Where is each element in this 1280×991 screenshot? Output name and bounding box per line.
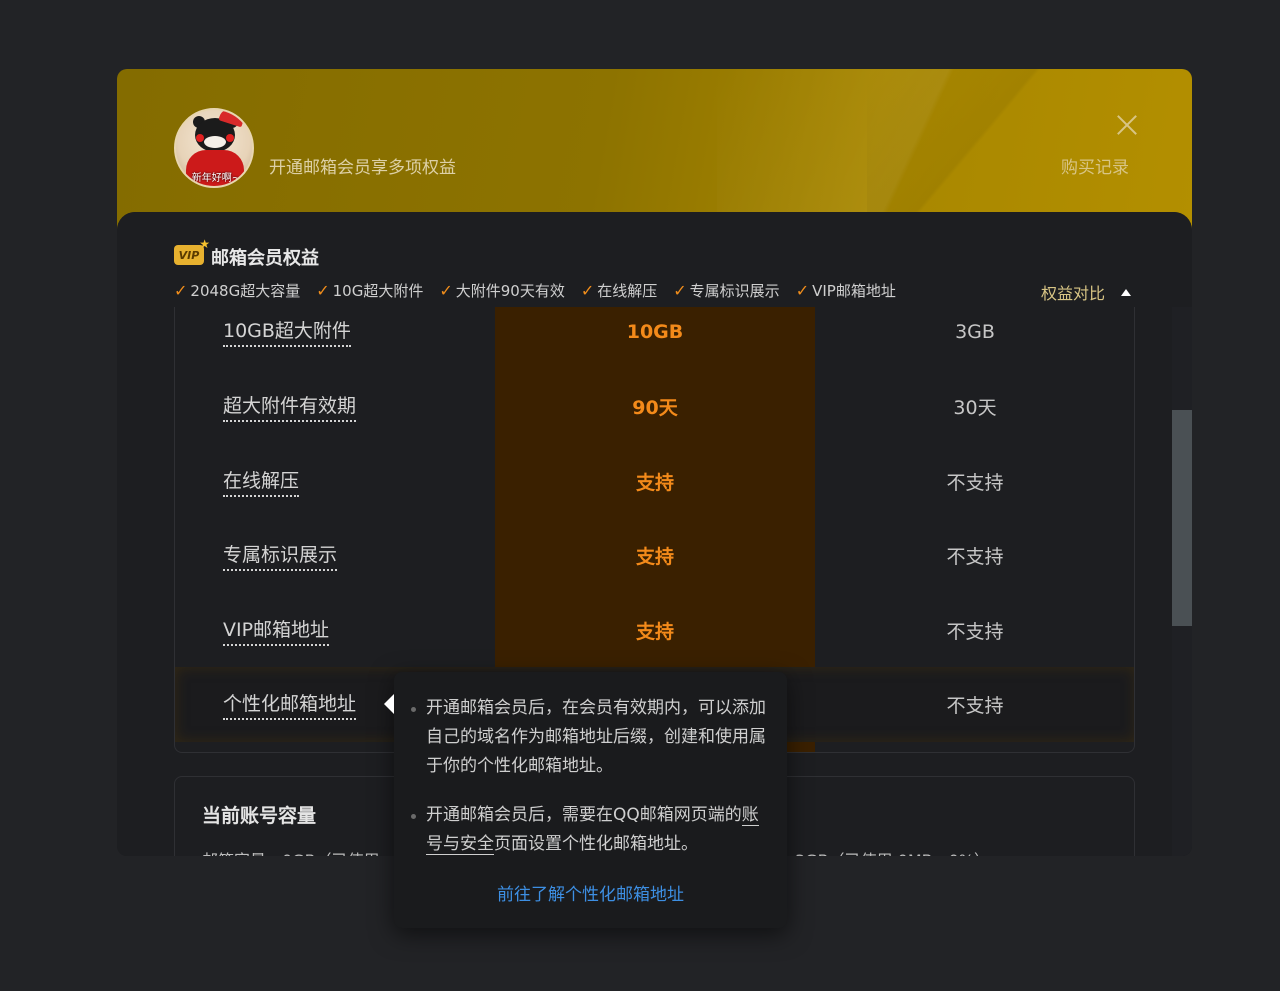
perk-label: 在线解压 [597,282,658,300]
compare-toggle-button[interactable]: 权益对比 [1041,280,1132,304]
check-icon: ✓ [795,281,810,300]
capacity-attachment-text: 3GB（已使用 0MB，0%） [795,847,990,856]
feature-name[interactable]: 个性化邮箱地址 [223,689,357,720]
free-value: 30天 [953,397,997,419]
avatar-bear-muzzle [204,136,226,148]
vip-value: 支持 [635,472,674,494]
close-icon[interactable] [1116,114,1138,136]
perk-label: 专属标识展示 [689,282,780,300]
feature-name[interactable]: VIP邮箱地址 [223,615,330,646]
check-icon: ✓ [673,281,687,300]
compare-toggle-label: 权益对比 [1041,284,1106,303]
perk-item: ✓ 2048G超大容量 [174,280,300,301]
vip-value: 10GB [626,320,684,343]
perk-label: VIP邮箱地址 [812,282,896,300]
tooltip-caret [384,694,394,714]
banner-subtitle: 开通邮箱会员享多项权益 [269,158,456,178]
table-row: 专属标识展示 支持 不支持 [175,518,1134,593]
feature-name[interactable]: 专属标识展示 [223,540,338,571]
perk-item: ✓ 在线解压 [581,280,657,301]
vip-value: 支持 [635,546,674,568]
avatar: 新年好啊~ [174,108,254,188]
capacity-mailbox-text: 邮箱容量：0GB（已使用 [202,847,380,856]
caret-up-icon [1121,288,1132,296]
avatar-caption: 新年好啊~ [191,173,241,184]
free-value: 不支持 [946,472,1004,494]
free-value: 3GB [955,320,995,343]
section-title: 邮箱会员权益 [211,248,319,269]
perk-item: ✓ VIP邮箱地址 [796,280,896,301]
learn-more-link[interactable]: 前往了解个性化邮箱地址 [394,880,787,905]
perk-item: ✓ 大附件90天有效 [439,280,565,301]
check-icon: ✓ [439,281,453,300]
perk-item: ✓ 10G超大附件 [316,280,423,301]
scrollbar-thumb[interactable] [1172,410,1192,626]
tooltip-tip: 开通邮箱会员后，在会员有效期内，可以添加自己的域名作为邮箱地址后缀，创建和使用属… [411,694,767,781]
perk-list: ✓ 2048G超大容量 ✓ 10G超大附件 ✓ 大附件90天有效 ✓ 在线解压 ✓ 专属标… [174,280,912,301]
vip-badge-icon: VIP ★ [174,237,210,265]
feature-name[interactable]: 超大附件有效期 [223,391,357,422]
table-row: VIP邮箱地址 支持 不支持 [175,593,1134,668]
table-row: 10GB超大附件 10GB 3GB [175,307,1134,369]
custom-address-tooltip: 开通邮箱会员后，在会员有效期内，可以添加自己的域名作为邮箱地址后缀，创建和使用属… [384,672,787,928]
avatar-bear-cheek [226,134,234,142]
purchase-record-link[interactable]: 购买记录 [1061,153,1129,178]
feature-name[interactable]: 10GB超大附件 [223,316,351,347]
star-icon: ★ [199,237,210,251]
tip-text: 开通邮箱会员后，需要在QQ邮箱网页端的 [426,805,742,825]
check-icon: ✓ [580,281,595,300]
avatar-bear-cheek [196,134,204,142]
perk-label: 10G超大附件 [332,282,424,300]
perk-label: 大附件90天有效 [455,282,565,300]
check-icon: ✓ [316,281,330,300]
free-value: 不支持 [946,695,1004,717]
feature-name[interactable]: 在线解压 [223,466,300,497]
check-icon: ✓ [174,281,188,300]
tooltip-tip: 开通邮箱会员后，需要在QQ邮箱网页端的账号与安全页面设置个性化邮箱地址。 [411,801,767,859]
perk-label: 2048G超大容量 [190,282,301,300]
table-row: 超大附件有效期 90天 30天 [175,369,1134,444]
tip-text: 页面设置个性化邮箱地址。 [494,834,698,854]
table-row: 在线解压 支持 不支持 [175,444,1134,519]
perk-item: ✓ 专属标识展示 [673,280,779,301]
benefits-header: VIP ★ 邮箱会员权益 ✓ 2048G超大容量 ✓ 10G超大附件 ✓ 大附件90天… [117,212,1192,307]
capacity-title: 当前账号容量 [202,805,317,827]
free-value: 不支持 [946,621,1004,643]
vip-value: 支持 [635,621,674,643]
vip-badge-label: VIP [178,248,200,262]
free-value: 不支持 [946,546,1004,568]
vip-value: 90天 [632,397,678,419]
